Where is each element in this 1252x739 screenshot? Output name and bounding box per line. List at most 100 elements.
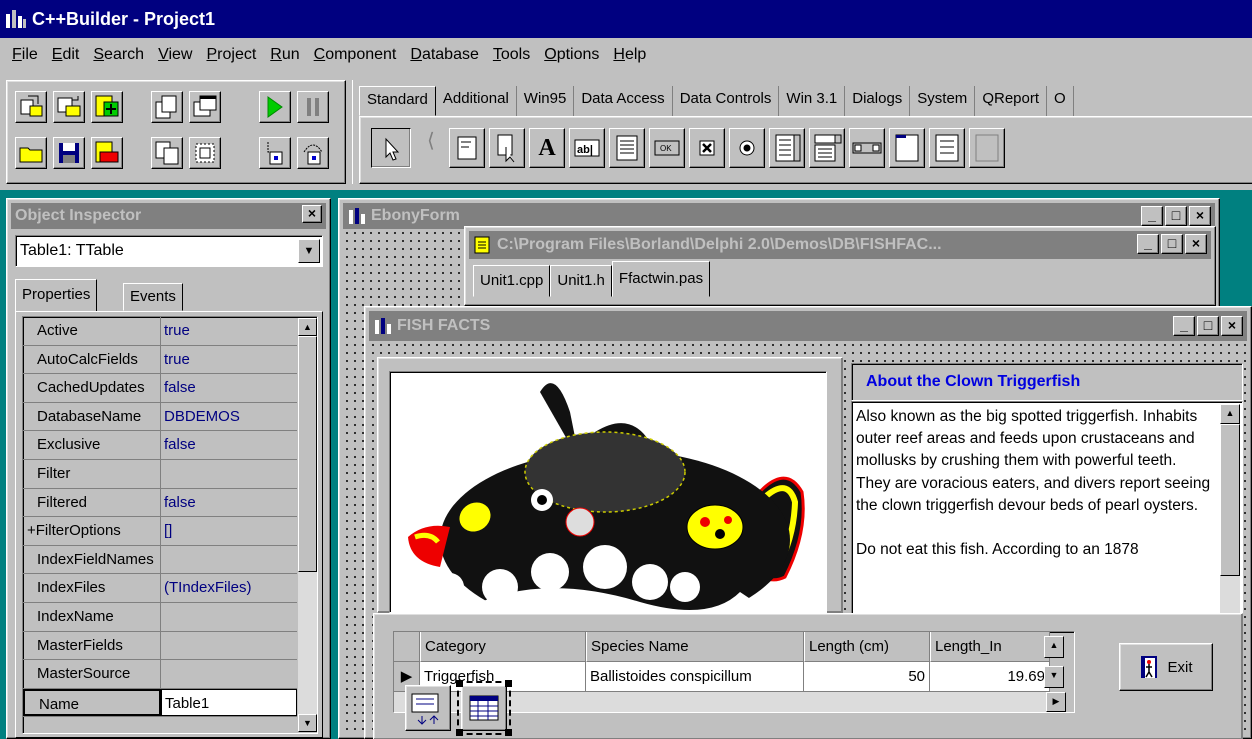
property-value[interactable] xyxy=(161,603,297,631)
minimize-button[interactable]: _ xyxy=(1141,206,1163,226)
close-button[interactable]: × xyxy=(1221,316,1243,336)
remove-file-button[interactable] xyxy=(91,137,123,169)
palette-scroll-left[interactable]: ⟨ xyxy=(427,128,439,168)
menu-item-project[interactable]: Project xyxy=(206,46,256,70)
palette-tab-additional[interactable]: Additional xyxy=(435,86,517,116)
property-row[interactable]: MasterSource xyxy=(23,660,297,689)
datasource-component-icon[interactable] xyxy=(405,685,451,731)
property-value[interactable] xyxy=(161,632,297,660)
property-value[interactable]: true xyxy=(161,317,297,345)
memo-scrollbar[interactable]: ▲ xyxy=(1220,404,1240,614)
step-over-button[interactable] xyxy=(297,137,329,169)
property-row[interactable]: IndexName xyxy=(23,602,297,632)
save-file-button[interactable] xyxy=(53,137,85,169)
scroll-down-icon[interactable]: ▼ xyxy=(298,714,317,732)
palette-tab-win95[interactable]: Win95 xyxy=(516,86,575,116)
table-cell[interactable]: 50 xyxy=(804,662,930,692)
menu-item-component[interactable]: Component xyxy=(314,46,397,70)
code-editor-titlebar[interactable]: C:\Program Files\Borland\Delphi 2.0\Demo… xyxy=(469,231,1211,259)
property-row[interactable]: DatabaseName DBDEMOS xyxy=(23,402,297,432)
column-header[interactable]: Length_In xyxy=(930,632,1050,662)
property-row[interactable]: Name Table1 xyxy=(23,688,297,718)
scroll-thumb[interactable] xyxy=(1220,424,1240,576)
save-all-button[interactable] xyxy=(53,91,85,123)
main-titlebar[interactable]: C++Builder - Project1 xyxy=(0,0,1252,38)
maximize-button[interactable]: □ xyxy=(1165,206,1187,226)
property-row[interactable]: AutoCalcFields true xyxy=(23,345,297,375)
tab-properties[interactable]: Properties xyxy=(15,279,98,313)
select-form-button[interactable] xyxy=(189,91,221,123)
property-row[interactable]: CachedUpdates false xyxy=(23,374,297,403)
property-row[interactable]: IndexFiles (TIndexFiles) xyxy=(23,574,297,603)
minimize-button[interactable]: _ xyxy=(1137,234,1159,254)
property-value[interactable]: (TIndexFiles) xyxy=(161,574,297,602)
palette-tab-dialogs[interactable]: Dialogs xyxy=(845,86,911,116)
property-row[interactable]: Active true xyxy=(23,317,297,346)
column-header[interactable]: Category xyxy=(420,632,586,662)
grid-scroll-down-icon[interactable]: ▼ xyxy=(1044,666,1064,688)
property-value[interactable]: false xyxy=(161,431,297,459)
property-value[interactable] xyxy=(161,546,297,574)
object-inspector-titlebar[interactable]: Object Inspector × xyxy=(11,203,326,229)
editor-tab-unit1-h[interactable]: Unit1.h xyxy=(550,265,612,297)
grid-scroll-up-icon[interactable]: ▲ xyxy=(1044,636,1064,658)
edit-component-icon[interactable]: ab| xyxy=(569,128,605,168)
table-cell[interactable]: Ballistoides conspicillum xyxy=(586,662,804,692)
editor-tab-ffactwin-pas[interactable]: Ffactwin.pas xyxy=(611,261,711,297)
palette-tab-standard[interactable]: Standard xyxy=(359,86,436,116)
menu-item-file[interactable]: File xyxy=(12,46,38,70)
open-project-button[interactable] xyxy=(15,91,47,123)
property-row[interactable]: Exclusive false xyxy=(23,431,297,460)
close-button[interactable]: × xyxy=(302,205,322,223)
property-value[interactable]: false xyxy=(161,374,297,402)
property-scrollbar[interactable]: ▲ ▼ xyxy=(298,318,317,732)
exit-button[interactable]: Exit xyxy=(1119,643,1213,691)
palette-tab-data-access[interactable]: Data Access xyxy=(574,86,673,116)
scrollbar-component-icon[interactable] xyxy=(849,128,885,168)
palette-tab-win-3-1[interactable]: Win 3.1 xyxy=(779,86,846,116)
property-row[interactable]: MasterFields xyxy=(23,631,297,661)
property-value[interactable]: DBDEMOS xyxy=(161,403,297,431)
combobox-component-icon[interactable] xyxy=(809,128,845,168)
dropdown-arrow-icon[interactable]: ▼ xyxy=(298,239,320,263)
column-header[interactable]: Length (cm) xyxy=(804,632,930,662)
property-row[interactable]: IndexFieldNames xyxy=(23,545,297,575)
minimize-button[interactable]: _ xyxy=(1173,316,1195,336)
menu-item-help[interactable]: Help xyxy=(613,46,646,70)
open-file-button[interactable] xyxy=(15,137,47,169)
pause-button[interactable] xyxy=(297,91,329,123)
mainmenu-component-icon[interactable] xyxy=(449,128,485,168)
maximize-button[interactable]: □ xyxy=(1197,316,1219,336)
table-cell[interactable]: 19.69 xyxy=(930,662,1050,692)
popupmenu-component-icon[interactable] xyxy=(489,128,525,168)
property-value[interactable]: [] xyxy=(161,517,297,545)
table-component-icon[interactable] xyxy=(457,681,511,735)
trace-into-button[interactable] xyxy=(259,137,291,169)
pointer-tool[interactable] xyxy=(371,128,411,168)
property-row[interactable]: Filter xyxy=(23,459,297,489)
property-value[interactable] xyxy=(161,460,297,488)
panel-component-icon[interactable] xyxy=(969,128,1005,168)
property-value[interactable]: Table1 xyxy=(161,688,297,717)
toggle-form-unit-button[interactable] xyxy=(151,137,183,169)
property-value[interactable]: false xyxy=(161,489,297,517)
menu-item-run[interactable]: Run xyxy=(270,46,299,70)
selection-handle[interactable] xyxy=(505,729,512,736)
scroll-up-icon[interactable]: ▲ xyxy=(1220,404,1240,424)
checkbox-component-icon[interactable] xyxy=(689,128,725,168)
run-button[interactable] xyxy=(259,91,291,123)
close-button[interactable]: × xyxy=(1185,234,1207,254)
grid-scroll-right-icon[interactable]: ▶ xyxy=(1046,692,1066,712)
property-row[interactable]: +FilterOptions[] xyxy=(23,517,297,546)
button-component-icon[interactable]: OK xyxy=(649,128,685,168)
property-value[interactable]: true xyxy=(161,346,297,374)
scroll-thumb[interactable] xyxy=(298,336,317,572)
memo-component-icon[interactable] xyxy=(609,128,645,168)
editor-tab-unit1-cpp[interactable]: Unit1.cpp xyxy=(473,265,551,297)
scroll-up-icon[interactable]: ▲ xyxy=(298,318,317,336)
menu-item-edit[interactable]: Edit xyxy=(52,46,80,70)
menu-item-options[interactable]: Options xyxy=(544,46,599,70)
about-memo[interactable]: Also known as the big spotted triggerfis… xyxy=(851,401,1243,617)
add-file-button[interactable] xyxy=(91,91,123,123)
property-value[interactable] xyxy=(161,660,297,688)
